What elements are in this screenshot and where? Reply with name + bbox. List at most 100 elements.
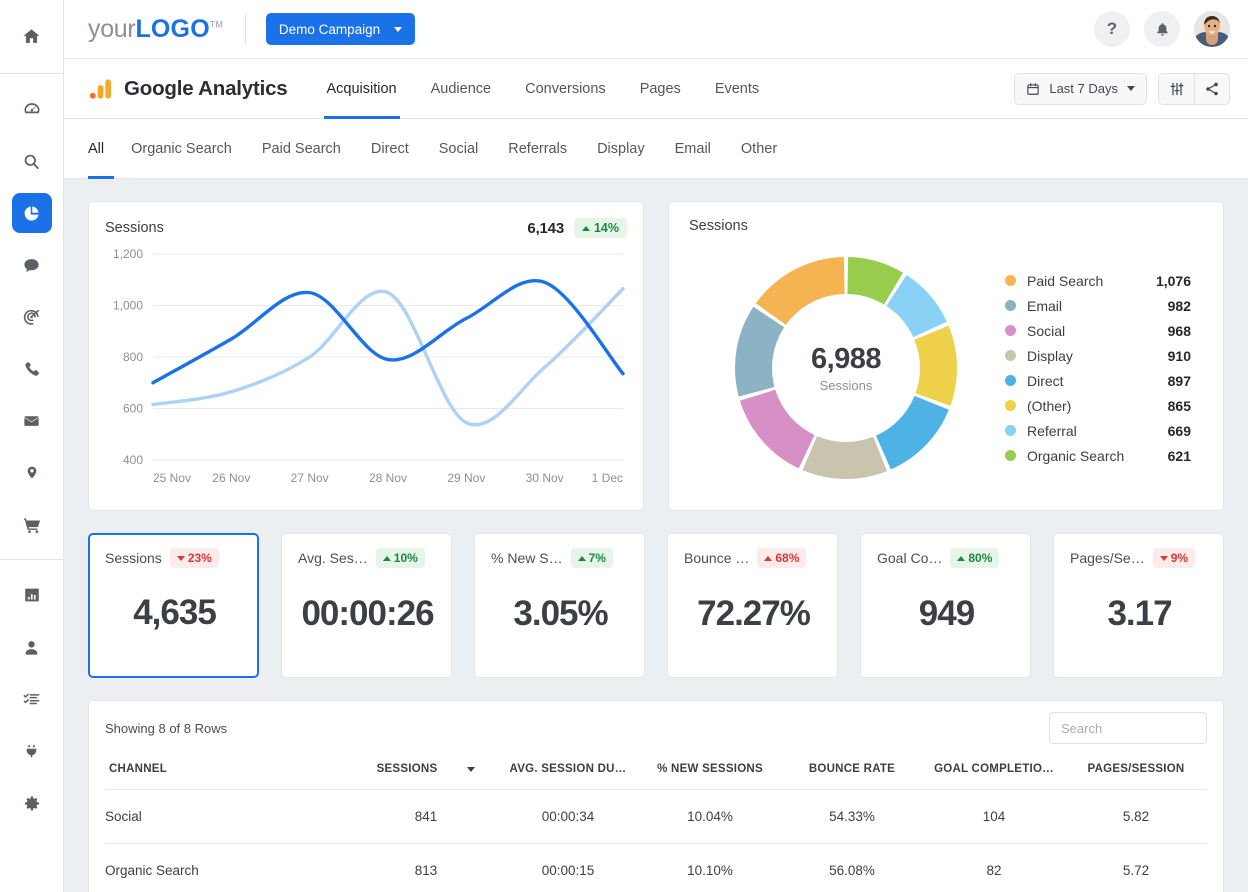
kpi-card[interactable]: Goal Co… 80% 949 xyxy=(860,533,1031,678)
donut-center-text: 6,988 Sessions xyxy=(731,253,961,483)
subtab-referrals[interactable]: Referrals xyxy=(493,119,582,179)
table-row[interactable]: Social 841 00:00:34 10.04% 54.33% 104 5.82 xyxy=(105,789,1207,844)
calendar-icon xyxy=(1027,82,1040,95)
share-button[interactable] xyxy=(1194,73,1229,104)
legend-label: Email xyxy=(1027,297,1063,314)
sidebar-item-targeting[interactable] xyxy=(12,297,52,337)
channels-table-card: Showing 8 of 8 Rows CHANNEL SESSIONS xyxy=(88,700,1224,892)
column-header-bounce-rate[interactable]: BOUNCE RATE xyxy=(781,755,923,790)
kpi-card[interactable]: Sessions 23% 4,635 xyxy=(88,533,259,678)
kpi-header: Bounce … 68% xyxy=(684,548,823,568)
column-header-avg-session-duration[interactable]: AVG. SESSION DU… xyxy=(497,755,639,790)
legend-value: 982 xyxy=(1167,297,1191,314)
line-chart-header: Sessions 6,143 14% xyxy=(105,218,627,238)
subtab-all[interactable]: All xyxy=(88,119,116,179)
legend-item[interactable]: (Other) 865 xyxy=(1005,398,1191,414)
sliders-icon xyxy=(1170,82,1183,95)
plug-icon xyxy=(26,744,37,757)
subtab-direct[interactable]: Direct xyxy=(356,119,424,179)
legend-label: Organic Search xyxy=(1027,447,1125,464)
cell-goal-completions: 82 xyxy=(923,843,1065,892)
sidebar-item-messages[interactable] xyxy=(12,245,52,285)
legend-item[interactable]: Paid Search 1,076 xyxy=(1005,273,1191,289)
line-chart-delta-badge: 14% xyxy=(573,218,627,238)
cell-avg-duration: 00:00:15 xyxy=(497,843,639,892)
sidebar-item-tasks[interactable] xyxy=(12,679,52,719)
sidebar-item-settings[interactable] xyxy=(12,783,52,823)
kpi-label: Bounce … xyxy=(684,550,750,566)
gauge-icon xyxy=(24,103,39,114)
kpi-card[interactable]: Bounce … 68% 72.27% xyxy=(667,533,838,678)
kpi-cards-row: Sessions 23% 4,635 Avg. Ses… 10% 00:00:26 % Ne… xyxy=(88,533,1224,678)
sidebar-item-search[interactable] xyxy=(12,141,52,181)
svg-text:800: 800 xyxy=(123,350,143,364)
tab-events[interactable]: Events xyxy=(698,59,776,119)
kpi-delta-value: 9% xyxy=(1170,551,1189,565)
subtab-other[interactable]: Other xyxy=(726,119,792,179)
kpi-card[interactable]: Avg. Ses… 10% 00:00:26 xyxy=(281,533,452,678)
sidebar-item-email[interactable] xyxy=(12,401,52,441)
donut-legend: Paid Search 1,076 Email 982 Social 968 Display… xyxy=(1005,273,1191,464)
campaign-selector-button[interactable]: Demo Campaign xyxy=(265,13,416,45)
legend-item[interactable]: Organic Search 621 xyxy=(1005,448,1191,464)
subtab-paid-search[interactable]: Paid Search xyxy=(247,119,356,179)
sessions-line-chart-card: Sessions 6,143 14% 400 600 800 1,000 1,200 25… xyxy=(88,201,644,511)
tab-conversions[interactable]: Conversions xyxy=(508,59,623,119)
avatar[interactable] xyxy=(1194,11,1230,47)
triangle-down-icon xyxy=(1159,555,1168,561)
search-input[interactable] xyxy=(1049,712,1207,744)
top-bar-actions: ? xyxy=(1094,11,1230,47)
legend-label: Direct xyxy=(1027,372,1064,389)
cell-sessions: 841 xyxy=(355,789,497,844)
subtab-organic-search[interactable]: Organic Search xyxy=(116,119,247,179)
column-header-sessions[interactable]: SESSIONS xyxy=(355,755,497,790)
brand-logo[interactable]: yourLOGOTM xyxy=(88,15,223,44)
sidebar-item-home[interactable] xyxy=(12,16,52,56)
sidebar-item-calls[interactable] xyxy=(12,349,52,389)
sidebar-item-ecommerce[interactable] xyxy=(12,505,52,545)
chevron-down-icon xyxy=(1127,86,1135,91)
kpi-value: 949 xyxy=(918,593,975,633)
kpi-delta-value: 23% xyxy=(187,551,212,565)
sort-descending-icon xyxy=(467,766,476,772)
kpi-card[interactable]: Pages/Se… 9% 3.17 xyxy=(1053,533,1224,678)
tab-acquisition[interactable]: Acquisition xyxy=(310,59,414,119)
line-chart-plot: 400 600 800 1,000 1,200 25 Nov 26 Nov 27 Nov 28 … xyxy=(105,244,627,502)
sidebar-item-analytics[interactable] xyxy=(11,193,52,233)
kpi-label: Sessions xyxy=(105,550,162,566)
sidebar-item-locations[interactable] xyxy=(12,453,52,493)
filter-settings-button[interactable] xyxy=(1159,74,1194,104)
subtab-display[interactable]: Display xyxy=(582,119,660,179)
subtab-social[interactable]: Social xyxy=(424,119,494,179)
legend-item[interactable]: Email 982 xyxy=(1005,298,1191,314)
kpi-card[interactable]: % New S… 7% 3.05% xyxy=(474,533,645,678)
sidebar-item-contacts[interactable] xyxy=(12,627,52,667)
subtab-email[interactable]: Email xyxy=(660,119,726,179)
kpi-label: Pages/Se… xyxy=(1070,550,1145,566)
column-header-channel[interactable]: CHANNEL xyxy=(105,755,355,790)
nav-icon-buttons xyxy=(1158,72,1230,105)
column-header-new-sessions[interactable]: % NEW SESSIONS xyxy=(639,755,781,790)
tab-pages[interactable]: Pages xyxy=(623,59,698,119)
svg-text:28 Nov: 28 Nov xyxy=(369,471,407,485)
column-header-pages-session[interactable]: PAGES/SESSION xyxy=(1065,755,1207,790)
sidebar-group-primary xyxy=(0,0,63,73)
tab-audience[interactable]: Audience xyxy=(414,59,508,119)
triangle-up-icon xyxy=(382,555,391,561)
search-icon xyxy=(24,154,39,169)
sidebar-item-reports[interactable] xyxy=(12,575,52,615)
column-header-goal-completions[interactable]: GOAL COMPLETIO… xyxy=(923,755,1065,790)
chevron-down-icon xyxy=(394,26,403,32)
envelope-icon xyxy=(24,415,39,426)
legend-item[interactable]: Social 968 xyxy=(1005,323,1191,339)
table-row[interactable]: Organic Search 813 00:00:15 10.10% 56.08% 82 5… xyxy=(105,843,1207,892)
date-range-picker[interactable]: Last 7 Days xyxy=(1014,72,1147,105)
help-button[interactable]: ? xyxy=(1094,11,1130,47)
sidebar-item-integrations[interactable] xyxy=(12,731,52,771)
legend-item[interactable]: Direct 897 xyxy=(1005,373,1191,389)
notifications-button[interactable] xyxy=(1144,11,1180,47)
sidebar-item-dashboard[interactable] xyxy=(12,89,52,129)
cell-channel: Social xyxy=(105,789,355,844)
legend-item[interactable]: Display 910 xyxy=(1005,348,1191,364)
legend-item[interactable]: Referral 669 xyxy=(1005,423,1191,439)
